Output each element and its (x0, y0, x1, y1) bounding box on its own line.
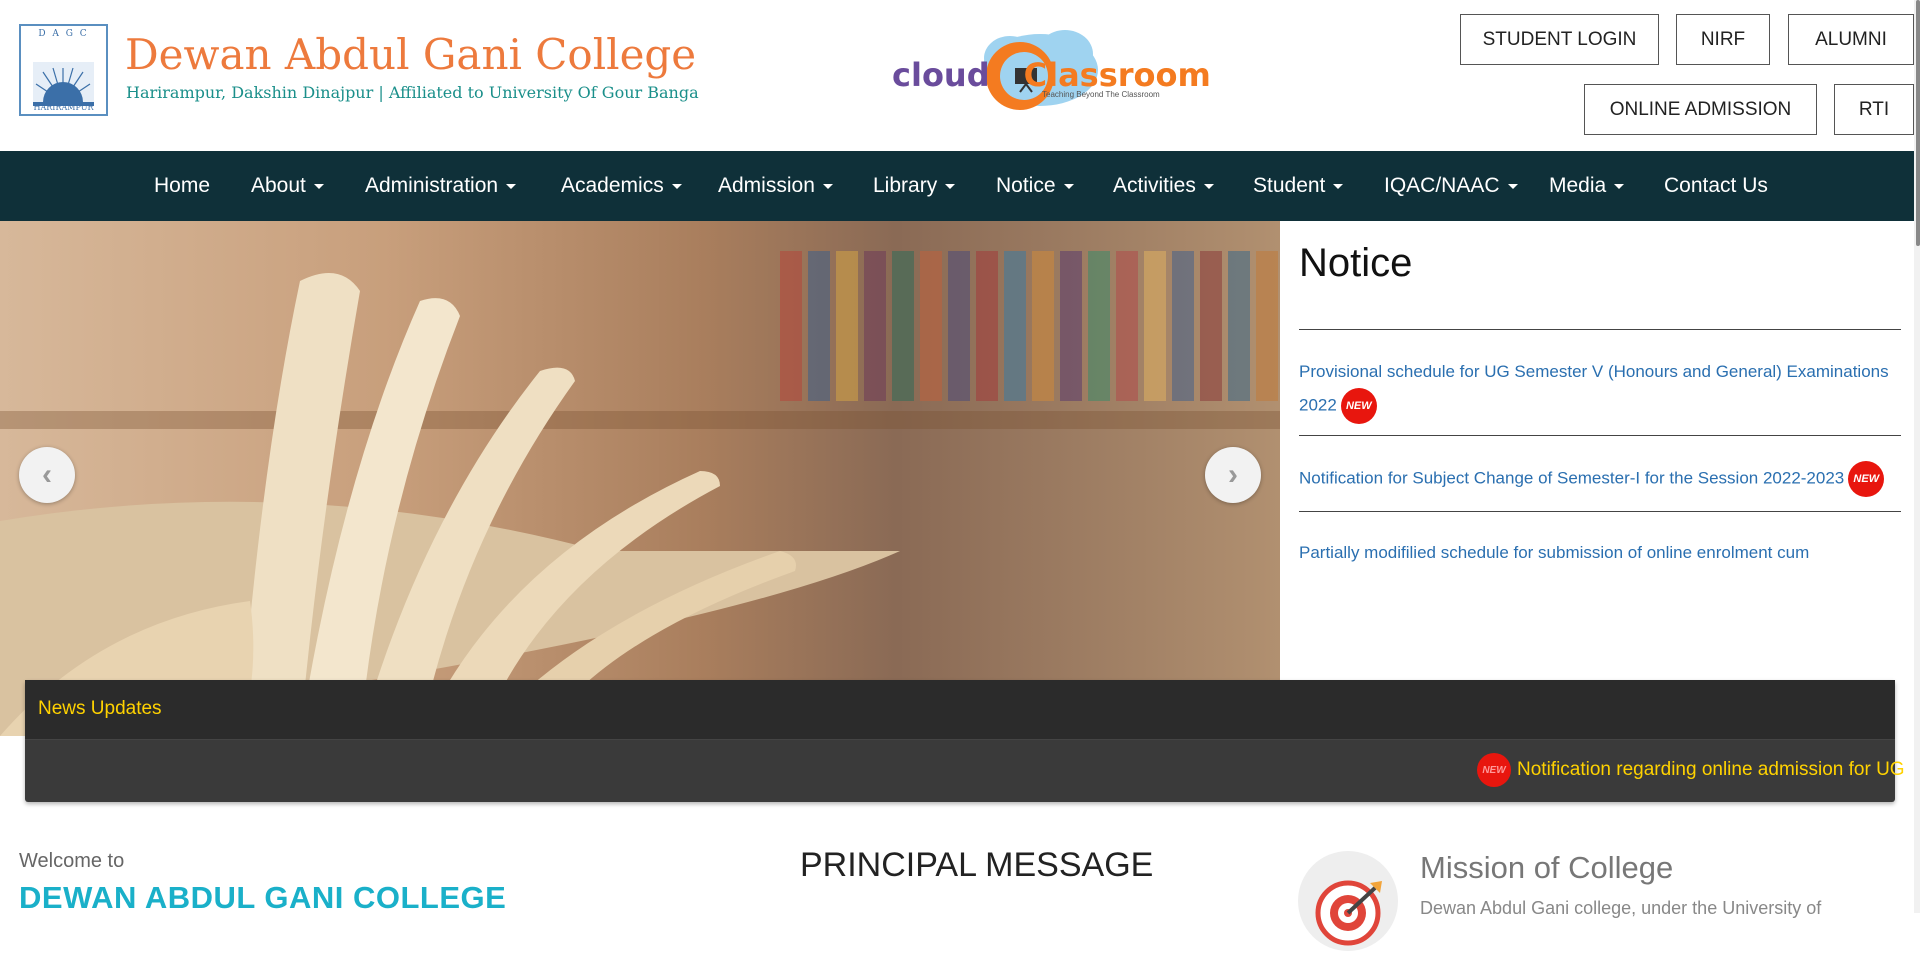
chevron-right-icon: › (1228, 458, 1238, 491)
notice-item[interactable]: Partially modifilied schedule for submis… (1299, 537, 1889, 569)
notice-divider (1299, 435, 1901, 436)
nav-contact-us-label: Contact Us (1664, 174, 1768, 197)
classroom-word: Classroom (1023, 56, 1211, 94)
caret-down-icon (313, 183, 324, 189)
notice-divider (1299, 511, 1901, 512)
rti-button[interactable]: RTI (1834, 84, 1914, 135)
college-title[interactable]: Dewan Abdul Gani College (125, 30, 696, 79)
nav-about-label: About (251, 174, 306, 197)
college-subtitle: Harirampur, Dakshin Dinajpur | Affiliate… (126, 83, 699, 102)
nav-administration-label: Administration (365, 174, 499, 197)
nav-academics-label: Academics (561, 174, 664, 197)
caret-down-icon (1614, 183, 1625, 189)
nirf-button[interactable]: NIRF (1676, 14, 1770, 65)
alumni-button[interactable]: ALUMNI (1788, 14, 1914, 65)
cloud-word: cloud (892, 56, 990, 94)
hero-slider[interactable]: ‹ › (0, 221, 1280, 736)
online-admission-button[interactable]: ONLINE ADMISSION (1584, 84, 1817, 135)
nav-home[interactable]: Home (154, 151, 210, 221)
new-badge-icon: NEW (1340, 388, 1377, 424)
caret-down-icon (506, 183, 517, 189)
student-login-button[interactable]: STUDENT LOGIN (1460, 14, 1659, 65)
caret-down-icon (945, 183, 956, 189)
nav-library[interactable]: Library (873, 151, 956, 221)
notice-item-text[interactable]: Notification for Subject Change of Semes… (1299, 468, 1844, 487)
caret-down-icon (822, 183, 833, 189)
notice-item-text[interactable]: Partially modifilied schedule for submis… (1299, 543, 1809, 562)
notice-item[interactable]: Notification for Subject Change of Semes… (1299, 461, 1899, 497)
cloud-classroom-wordmark: cloud Classroom (892, 56, 1211, 94)
caret-down-icon (1507, 183, 1518, 189)
slider-next-button[interactable]: › (1205, 447, 1261, 503)
open-book-image (0, 273, 900, 736)
new-badge-icon: NEW (1848, 461, 1885, 497)
nav-notice[interactable]: Notice (996, 151, 1074, 221)
scrollbar-thumb[interactable] (1916, 0, 1920, 246)
nav-student[interactable]: Student (1253, 151, 1344, 221)
caret-down-icon (1063, 183, 1074, 189)
news-ticker-text[interactable]: Notification regarding online admission … (1517, 759, 1905, 781)
nav-student-label: Student (1253, 174, 1326, 197)
notice-item[interactable]: Provisional schedule for UG Semester V (… (1299, 356, 1889, 424)
slider-prev-button[interactable]: ‹ (19, 447, 75, 503)
nav-activities[interactable]: Activities (1113, 151, 1214, 221)
site-header: D A G C HARIRAMPUR Dewan Abdul Gani Coll… (0, 0, 1920, 151)
nav-notice-label: Notice (996, 174, 1056, 197)
chevron-left-icon: ‹ (42, 458, 52, 491)
principal-message-heading: PRINCIPAL MESSAGE (800, 846, 1154, 884)
new-badge-icon: NEW (1477, 753, 1511, 787)
seal-sun-icon (33, 62, 94, 106)
nav-home-label: Home (154, 174, 211, 197)
notice-panel: Notice Provisional schedule for UG Semes… (1280, 221, 1920, 681)
nav-administration[interactable]: Administration (365, 151, 517, 221)
nav-contact-us[interactable]: Contact Us (1664, 151, 1768, 221)
notice-divider (1299, 329, 1901, 330)
seal-top-text: D A G C (38, 29, 89, 39)
nav-media-label: Media (1549, 174, 1607, 197)
main-navbar: Home About Administration Academics Admi… (0, 151, 1920, 221)
nav-admission-label: Admission (718, 174, 815, 197)
notice-item-text[interactable]: Provisional schedule for UG Semester V (… (1299, 362, 1889, 414)
caret-down-icon (1333, 183, 1344, 189)
cloud-classroom-tagline: Teaching Beyond The Classroom (1042, 90, 1160, 99)
news-updates-header: News Updates (25, 680, 1895, 740)
page-scrollbar[interactable] (1914, 0, 1920, 913)
college-seal-logo[interactable]: D A G C HARIRAMPUR (19, 24, 108, 116)
nav-academics[interactable]: Academics (561, 151, 682, 221)
mission-text: Dewan Abdul Gani college, under the Univ… (1420, 898, 1822, 918)
nav-iqac-naac[interactable]: IQAC/NAAC (1384, 151, 1518, 221)
nav-media[interactable]: Media (1549, 151, 1625, 221)
notice-heading: Notice (1299, 241, 1413, 285)
nav-iqac-naac-label: IQAC/NAAC (1384, 174, 1500, 197)
mission-heading: Mission of College (1420, 850, 1674, 885)
nav-library-label: Library (873, 174, 938, 197)
nav-activities-label: Activities (1113, 174, 1196, 197)
news-updates-box: News Updates NEW Notification regarding … (25, 680, 1905, 802)
target-icon (1298, 851, 1398, 951)
seal-bottom-text: HARIRAMPUR (33, 103, 94, 112)
target-graphic (1315, 880, 1382, 946)
news-ticker[interactable]: NEW Notification regarding online admiss… (1477, 750, 1905, 790)
caret-down-icon (671, 183, 682, 189)
cloud-classroom-logo[interactable]: cloud Classroom Teaching Beyond The Class… (890, 18, 1211, 118)
caret-down-icon (1203, 183, 1214, 189)
news-updates-title: News Updates (38, 698, 162, 719)
nav-about[interactable]: About (251, 151, 324, 221)
welcome-label: Welcome to (19, 850, 125, 872)
nav-admission[interactable]: Admission (718, 151, 833, 221)
welcome-college-name: DEWAN ABDUL GANI COLLEGE (19, 880, 507, 915)
